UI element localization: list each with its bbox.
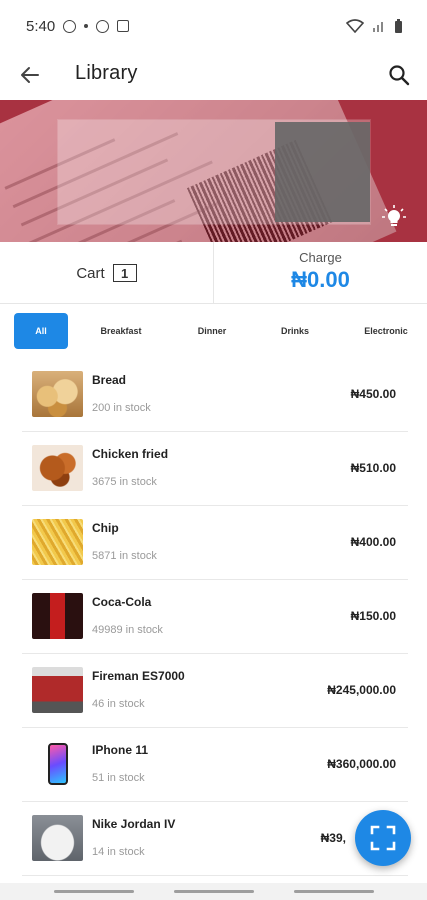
product-name: IPhone 11	[92, 743, 149, 757]
dot-icon	[84, 24, 89, 28]
product-name: Chip	[92, 521, 119, 535]
product-item-fireman-es7000[interactable]: Fireman ES7000 46 in stock ₦245,000.00	[22, 654, 408, 728]
product-item-iphone-11[interactable]: IPhone 11 51 in stock ₦360,000.00	[22, 728, 408, 802]
status-time: 5:40	[26, 17, 56, 35]
cart-button[interactable]: Cart 1	[0, 242, 214, 304]
generator-thumbnail	[32, 667, 83, 713]
status-left: 5:40	[26, 17, 130, 35]
product-name: Bread	[92, 373, 127, 387]
battery-icon	[395, 18, 402, 33]
product-stock: 46 in stock	[92, 698, 145, 710]
product-name: Fireman ES7000	[92, 669, 185, 683]
cart-count-badge: 1	[112, 264, 137, 282]
nav-back-handle[interactable]	[293, 890, 374, 893]
product-name: Coca-Cola	[92, 595, 152, 609]
phone-image	[47, 743, 68, 785]
category-tabs: All Breakfast Dinner Drinks Electronic	[0, 305, 427, 357]
product-price: ₦400.00	[350, 535, 396, 549]
product-name: Nike Jordan IV	[92, 817, 176, 831]
product-stock: 14 in stock	[92, 846, 145, 858]
chicken-thumbnail	[32, 445, 83, 491]
barcode-scanner-preview[interactable]	[0, 100, 427, 242]
product-item-nike-jordan-iv[interactable]: Nike Jordan IV 14 in stock ₦39,	[22, 802, 408, 876]
tab-all[interactable]: All	[14, 313, 68, 349]
page-title: Library	[75, 62, 138, 84]
nav-recent-handle[interactable]	[53, 890, 134, 893]
tab-electronic[interactable]: Electronic	[356, 313, 416, 349]
notification-icon	[63, 19, 77, 33]
product-stock: 49989 in stock	[92, 624, 163, 636]
lightbulb-icon	[382, 205, 406, 226]
product-stock: 200 in stock	[92, 402, 151, 414]
arrow-left-icon	[21, 67, 39, 83]
wifi-icon	[346, 19, 364, 33]
scan-frame-icon	[370, 825, 396, 851]
nike-thumbnail	[32, 815, 83, 861]
product-stock: 3675 in stock	[92, 476, 157, 488]
product-item-bread[interactable]: Bread 200 in stock ₦450.00	[22, 358, 408, 432]
status-right	[346, 18, 403, 34]
scan-fab-button[interactable]	[355, 810, 411, 866]
charge-amount: ₦0.00	[291, 267, 350, 292]
search-button[interactable]	[385, 61, 413, 89]
image-icon	[117, 20, 130, 32]
product-item-chip[interactable]: Chip 5871 in stock ₦400.00	[22, 506, 408, 580]
product-price: ₦150.00	[350, 609, 396, 623]
back-button[interactable]	[16, 61, 44, 89]
tab-drinks[interactable]: Drinks	[268, 313, 322, 349]
product-price: ₦39,	[320, 831, 346, 845]
iphone-thumbnail	[32, 741, 83, 787]
bread-thumbnail	[32, 371, 83, 417]
status-bar: 5:40	[0, 0, 427, 52]
search-icon	[389, 65, 410, 86]
product-price: ₦360,000.00	[327, 757, 396, 771]
product-stock: 5871 in stock	[92, 550, 157, 562]
product-list: Bread 200 in stock ₦450.00 Chicken fried…	[22, 358, 408, 876]
product-price: ₦450.00	[350, 387, 396, 401]
sync-icon	[96, 19, 110, 33]
tab-dinner[interactable]: Dinner	[185, 313, 239, 349]
tab-breakfast[interactable]: Breakfast	[94, 313, 148, 349]
product-item-chicken-fried[interactable]: Chicken fried 3675 in stock ₦510.00	[22, 432, 408, 506]
charge-label: Charge	[299, 250, 342, 265]
product-name: Chicken fried	[92, 447, 169, 461]
flashlight-button[interactable]	[381, 204, 407, 230]
product-price: ₦510.00	[350, 461, 396, 475]
scan-frame	[58, 120, 370, 224]
product-stock: 51 in stock	[92, 772, 145, 784]
signal-icon	[373, 22, 383, 32]
cart-summary: Cart 1 Charge ₦0.00	[0, 242, 427, 304]
nav-home-handle[interactable]	[173, 890, 254, 893]
chip-thumbnail	[32, 519, 83, 565]
cart-label: Cart	[76, 264, 105, 282]
product-price: ₦245,000.00	[327, 683, 396, 697]
product-item-coca-cola[interactable]: Coca-Cola 49989 in stock ₦150.00	[22, 580, 408, 654]
charge-button[interactable]: Charge ₦0.00	[214, 242, 427, 303]
coca-cola-thumbnail	[32, 593, 83, 639]
app-bar: Library	[0, 52, 427, 98]
system-nav-bar	[0, 883, 427, 900]
